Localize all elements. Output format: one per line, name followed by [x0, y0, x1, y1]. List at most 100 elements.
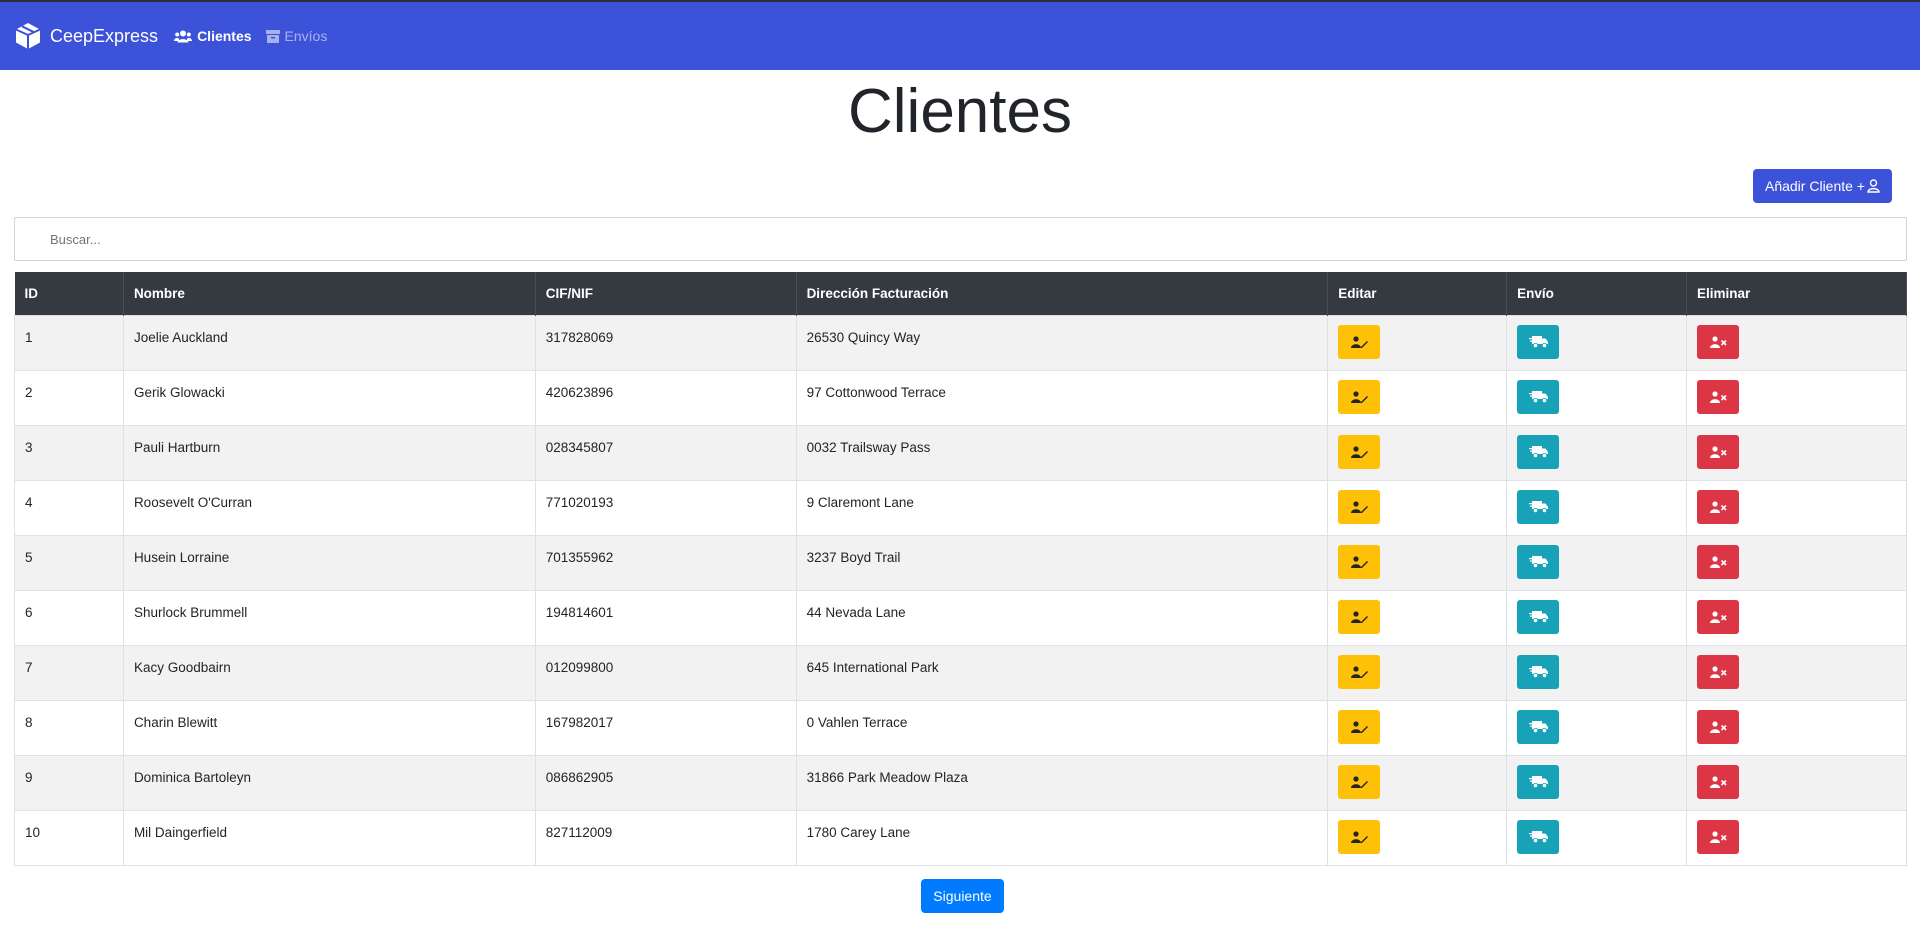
ship-client-button[interactable]: [1517, 434, 1560, 469]
delete-client-button[interactable]: [1697, 764, 1740, 799]
edit-client-button[interactable]: [1338, 324, 1381, 359]
edit-client-button[interactable]: [1338, 654, 1381, 689]
ship-client-button[interactable]: [1517, 654, 1560, 689]
user-times-icon: [1709, 390, 1727, 403]
cell-address: 1780 Carey Lane: [796, 809, 1329, 866]
shipping-fast-icon: [1528, 446, 1548, 458]
cell-ship: [1506, 589, 1688, 645]
nav-envios-label: Envíos: [284, 28, 328, 44]
delete-client-button[interactable]: [1697, 599, 1740, 634]
edit-client-button[interactable]: [1338, 819, 1381, 854]
ship-client-button[interactable]: [1517, 544, 1560, 579]
edit-client-button[interactable]: [1338, 599, 1381, 634]
cell-name: Roosevelt O'Curran: [123, 479, 536, 535]
cell-cif: 317828069: [535, 314, 797, 370]
cell-ship: [1506, 479, 1688, 535]
edit-client-button[interactable]: [1338, 544, 1381, 579]
delete-client-button[interactable]: [1697, 654, 1740, 689]
table-row: 3 Pauli Hartburn 028345807 0032 Trailsway P…: [14, 424, 1907, 480]
header-cif: CIF/NIF: [535, 272, 797, 315]
edit-client-button[interactable]: [1338, 489, 1381, 524]
delete-client-button[interactable]: [1697, 544, 1740, 579]
next-page-button[interactable]: Siguiente: [921, 879, 1004, 913]
cell-ship: [1506, 644, 1688, 700]
brand-name: CeepExpress: [50, 25, 159, 46]
table-row: 4 Roosevelt O'Curran 771020193 9 Claremont …: [14, 479, 1907, 535]
cell-name: Dominica Bartoleyn: [123, 754, 536, 810]
edit-client-button[interactable]: [1338, 379, 1381, 414]
table-row: 5 Husein Lorraine 701355962 3237 Boyd Trail: [14, 534, 1907, 590]
cell-ship: [1506, 809, 1688, 866]
shipping-fast-icon: [1528, 501, 1548, 513]
delete-client-button[interactable]: [1697, 709, 1740, 744]
cell-cif: 771020193: [535, 479, 797, 535]
cell-delete: [1686, 699, 1907, 755]
users-icon: [174, 30, 193, 42]
ship-client-button[interactable]: [1517, 379, 1560, 414]
cell-delete: [1686, 809, 1907, 866]
table-row: 8 Charin Blewitt 167982017 0 Vahlen Terrace: [14, 699, 1907, 755]
cell-address: 9 Claremont Lane: [796, 479, 1329, 535]
page-title: Clientes: [848, 77, 1072, 146]
cell-cif: 701355962: [535, 534, 797, 590]
cell-ship: [1506, 314, 1688, 370]
ship-client-button[interactable]: [1517, 489, 1560, 524]
edit-client-button[interactable]: [1338, 764, 1381, 799]
cell-name: Shurlock Brummell: [123, 589, 536, 645]
cell-id: 4: [14, 479, 124, 535]
shipping-fast-icon: [1528, 556, 1548, 568]
nav-envios[interactable]: Envíos: [265, 28, 328, 44]
cell-cif: 086862905: [535, 754, 797, 810]
ship-client-button[interactable]: [1517, 819, 1560, 854]
add-client-button[interactable]: Añadir Cliente +: [1753, 169, 1892, 203]
cell-delete: [1686, 479, 1907, 535]
cube-icon: [15, 23, 41, 49]
edit-client-button[interactable]: [1338, 434, 1381, 469]
ship-client-button[interactable]: [1517, 709, 1560, 744]
edit-client-button[interactable]: [1338, 709, 1381, 744]
delete-client-button[interactable]: [1697, 434, 1740, 469]
cell-name: Kacy Goodbairn: [123, 644, 536, 700]
delete-client-button[interactable]: [1697, 379, 1740, 414]
table-body: 1 Joelie Auckland 317828069 26530 Quincy Wa…: [14, 314, 1907, 866]
cell-cif: 194814601: [535, 589, 797, 645]
ship-client-button[interactable]: [1517, 324, 1560, 359]
user-edit-icon: [1350, 830, 1368, 843]
header-delete: Eliminar: [1686, 272, 1907, 315]
delete-client-button[interactable]: [1697, 489, 1740, 524]
shipping-fast-icon: [1528, 831, 1548, 843]
cell-edit: [1327, 644, 1508, 700]
search-input[interactable]: [14, 217, 1907, 261]
ship-client-button[interactable]: [1517, 599, 1560, 634]
cell-id: 3: [14, 424, 124, 480]
shipping-fast-icon: [1528, 721, 1548, 733]
nav-clientes[interactable]: Clientes: [174, 28, 252, 44]
shipping-fast-icon: [1528, 611, 1548, 623]
cell-ship: [1506, 699, 1688, 755]
cell-id: 6: [14, 589, 124, 645]
header-ship: Envío: [1506, 272, 1688, 315]
cell-cif: 012099800: [535, 644, 797, 700]
delete-client-button[interactable]: [1697, 819, 1740, 854]
cell-address: 645 International Park: [796, 644, 1329, 700]
cell-cif: 167982017: [535, 699, 797, 755]
user-edit-icon: [1350, 335, 1368, 348]
cell-delete: [1686, 314, 1907, 370]
ship-client-button[interactable]: [1517, 764, 1560, 799]
cell-address: 0032 Trailsway Pass: [796, 424, 1329, 480]
cell-delete: [1686, 369, 1907, 425]
cell-edit: [1327, 369, 1508, 425]
table-row: 9 Dominica Bartoleyn 086862905 31866 Park M…: [14, 754, 1907, 810]
cell-id: 1: [14, 314, 124, 370]
cell-name: Mil Daingerfield: [123, 809, 536, 866]
shipping-fast-icon: [1528, 391, 1548, 403]
box-icon: [265, 30, 280, 43]
delete-client-button[interactable]: [1697, 324, 1740, 359]
cell-ship: [1506, 424, 1688, 480]
header-name: Nombre: [123, 272, 536, 315]
cell-delete: [1686, 424, 1907, 480]
cell-delete: [1686, 589, 1907, 645]
user-edit-icon: [1350, 720, 1368, 733]
user-icon: [1867, 179, 1880, 193]
brand-link[interactable]: CeepExpress: [13, 21, 158, 51]
